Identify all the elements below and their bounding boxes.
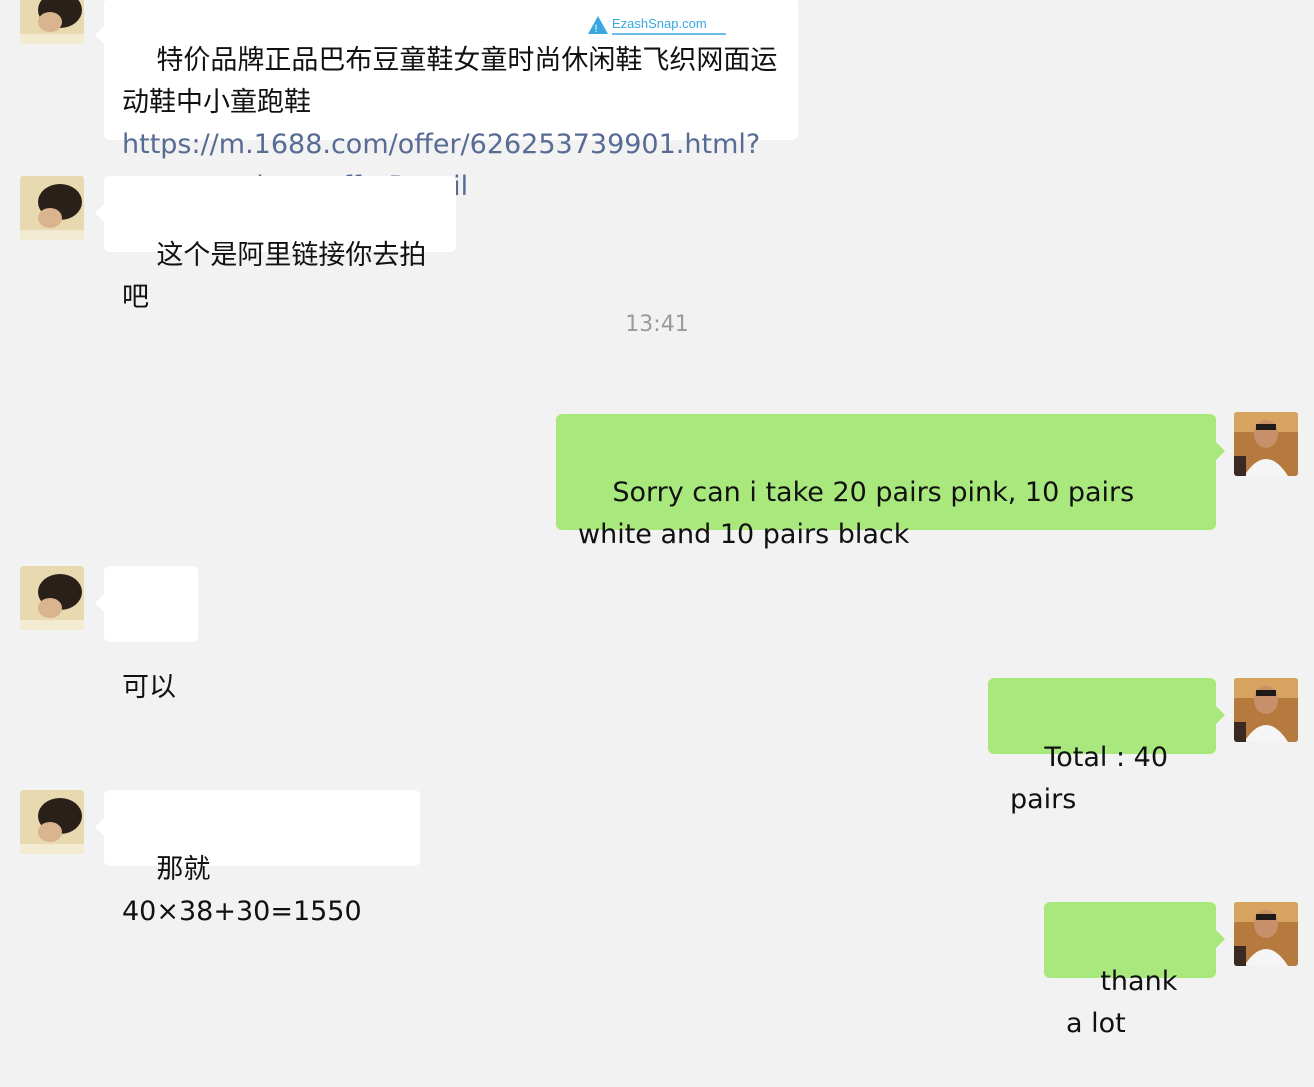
message-bubble-incoming[interactable]: 这个是阿里链接你去拍吧 (95, 176, 456, 313)
message-bubble-incoming[interactable]: 那就40×38+30=1550 (95, 790, 420, 927)
user-avatar[interactable] (1234, 412, 1298, 476)
user-avatar[interactable] (1234, 902, 1298, 966)
timestamp: 13:41 (625, 312, 689, 337)
svg-text:EzashSnap.com: EzashSnap.com (612, 16, 707, 31)
message-bubble-outgoing[interactable]: thank a lot (1044, 902, 1225, 1039)
contact-avatar[interactable] (20, 566, 84, 630)
message-bubble-outgoing[interactable]: Sorry can i take 20 pairs pink, 10 pairs… (556, 414, 1225, 550)
message-text: 特价品牌正品巴布豆童鞋女童时尚休闲鞋飞织网面运动鞋中小童跑鞋 (122, 45, 778, 118)
message-bubble-incoming[interactable]: 可以 (95, 566, 198, 703)
message-text: Sorry can i take 20 pairs pink, 10 pairs… (578, 477, 1143, 550)
user-avatar[interactable] (1234, 678, 1298, 742)
watermark: ! EzashSnap.com (584, 10, 734, 38)
message-bubble-outgoing[interactable]: Total : 40 pairs (988, 678, 1225, 815)
contact-avatar[interactable] (20, 176, 84, 240)
chat-history[interactable]: 特价品牌正品巴布豆童鞋女童时尚休闲鞋飞织网面运动鞋中小童跑鞋 https://m… (0, 0, 1314, 1039)
message-text: 这个是阿里链接你去拍吧 (122, 240, 427, 313)
message-text: thank a lot (1066, 966, 1186, 1039)
svg-text:!: ! (594, 23, 597, 35)
contact-avatar[interactable] (20, 790, 84, 854)
contact-avatar[interactable] (20, 0, 84, 44)
message-text: 那就40×38+30=1550 (122, 854, 362, 927)
message-text: 可以 (122, 672, 176, 703)
message-text: Total : 40 pairs (1010, 742, 1177, 815)
